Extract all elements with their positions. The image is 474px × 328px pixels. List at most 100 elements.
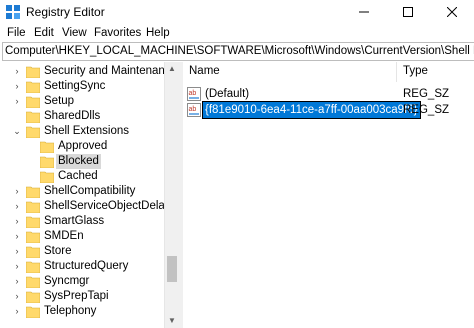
tree-item[interactable]: › Syncmgr bbox=[0, 274, 164, 289]
menu-file[interactable]: File bbox=[7, 27, 26, 39]
chevron-right-icon[interactable]: › bbox=[12, 65, 22, 77]
maximize-button[interactable] bbox=[386, 0, 430, 24]
tree-item-label: ShellServiceObjectDelayLoa bbox=[44, 200, 178, 212]
chevron-right-icon[interactable]: › bbox=[12, 80, 22, 92]
tree-item-label: SettingSync bbox=[44, 80, 106, 92]
menu-bar: File Edit View Favorites Help bbox=[0, 24, 474, 42]
value-name: (Default) bbox=[205, 88, 250, 100]
address-path[interactable]: Computer\HKEY_LOCAL_MACHINE\SOFTWARE\Mic… bbox=[5, 45, 474, 57]
tree-item-label: Blocked bbox=[56, 154, 101, 169]
minimize-button[interactable] bbox=[342, 0, 386, 24]
folder-icon bbox=[26, 216, 40, 228]
title-bar[interactable]: Registry Editor bbox=[0, 0, 474, 24]
tree-item-label: Setup bbox=[44, 95, 75, 107]
registry-tree[interactable]: › Security and Maintenance › SettingSync › Se… bbox=[0, 62, 178, 328]
folder-icon bbox=[26, 96, 40, 108]
window-title: Registry Editor bbox=[26, 5, 105, 19]
folder-icon bbox=[26, 201, 40, 213]
tree-item[interactable]: › Store bbox=[0, 244, 164, 259]
value-name-edit-field[interactable]: {f81e9010-6ea4-11ce-a7ff-00aa003ca9f6} bbox=[202, 101, 421, 119]
folder-icon bbox=[26, 126, 40, 138]
tree-item[interactable]: › Telephony bbox=[0, 304, 164, 319]
chevron-right-icon[interactable]: › bbox=[12, 215, 22, 227]
folder-icon bbox=[26, 186, 40, 198]
tree-item[interactable]: Blocked bbox=[0, 154, 164, 169]
folder-icon bbox=[26, 66, 40, 78]
tree-item-label: SysPrepTapi bbox=[44, 290, 109, 302]
chevron-right-icon[interactable]: › bbox=[12, 230, 22, 242]
close-button[interactable] bbox=[430, 0, 474, 24]
chevron-down-icon[interactable]: ⌄ bbox=[12, 125, 22, 137]
column-divider[interactable] bbox=[396, 62, 397, 82]
string-value-icon: ab bbox=[187, 87, 201, 101]
tree-item-label: Cached bbox=[58, 170, 98, 182]
tree-item[interactable]: Cached bbox=[0, 169, 164, 184]
registry-editor-icon bbox=[6, 5, 20, 19]
tree-item[interactable]: SharedDlls bbox=[0, 109, 164, 124]
folder-icon bbox=[26, 111, 40, 123]
folder-icon bbox=[26, 276, 40, 288]
scrollbar-thumb[interactable] bbox=[167, 256, 177, 282]
address-bar[interactable]: Computer\HKEY_LOCAL_MACHINE\SOFTWARE\Mic… bbox=[2, 42, 474, 61]
folder-icon bbox=[26, 246, 40, 258]
folder-icon bbox=[40, 171, 54, 183]
menu-help[interactable]: Help bbox=[146, 27, 170, 39]
folder-icon bbox=[26, 306, 40, 318]
tree-item-label: StructuredQuery bbox=[44, 260, 129, 272]
tree-item-label: SMDEn bbox=[44, 230, 84, 242]
tree-item-label: Security and Maintenance bbox=[44, 65, 177, 77]
column-header-type[interactable]: Type bbox=[403, 65, 428, 77]
tree-item-label: ShellCompatibility bbox=[44, 185, 136, 197]
maximize-icon bbox=[403, 7, 413, 17]
chevron-right-icon[interactable]: › bbox=[12, 185, 22, 197]
list-row[interactable]: ab (Default) REG_SZ bbox=[183, 86, 474, 102]
menu-favorites[interactable]: Favorites bbox=[94, 27, 141, 39]
column-header-name[interactable]: Name bbox=[189, 65, 220, 77]
tree-item[interactable]: › ShellCompatibility bbox=[0, 184, 164, 199]
menu-view[interactable]: View bbox=[62, 27, 87, 39]
tree-item-label: Store bbox=[44, 245, 72, 257]
folder-icon bbox=[26, 261, 40, 273]
tree-item[interactable]: Approved bbox=[0, 139, 164, 154]
tree-item[interactable]: › ShellServiceObjectDelayLoa bbox=[0, 199, 178, 214]
menu-edit[interactable]: Edit bbox=[34, 27, 54, 39]
scroll-down-arrow-icon[interactable]: ▼ bbox=[165, 314, 179, 328]
chevron-right-icon[interactable]: › bbox=[12, 275, 22, 287]
folder-icon bbox=[40, 141, 54, 153]
tree-item-label: Telephony bbox=[44, 305, 97, 317]
tree-item-label: SharedDlls bbox=[44, 110, 101, 122]
tree-item-label: Syncmgr bbox=[44, 275, 90, 287]
minimize-icon bbox=[359, 11, 369, 13]
tree-item[interactable]: › Security and Maintenance bbox=[0, 64, 177, 79]
chevron-right-icon[interactable]: › bbox=[12, 260, 22, 272]
folder-icon bbox=[26, 231, 40, 243]
tree-item[interactable]: › SmartGlass bbox=[0, 214, 164, 229]
tree-item[interactable]: › SettingSync bbox=[0, 79, 164, 94]
scroll-up-arrow-icon[interactable]: ▲ bbox=[165, 62, 179, 76]
tree-item-label: SmartGlass bbox=[44, 215, 105, 227]
folder-icon bbox=[26, 81, 40, 93]
tree-item-label: Shell Extensions bbox=[44, 125, 130, 137]
svg-text:ab: ab bbox=[189, 90, 197, 97]
tree-item-label: Approved bbox=[58, 140, 108, 152]
tree-scrollbar[interactable]: ▲ ▼ bbox=[164, 62, 179, 328]
chevron-right-icon[interactable]: › bbox=[12, 290, 22, 302]
tree-item[interactable]: › Setup bbox=[0, 94, 164, 109]
folder-icon bbox=[40, 156, 54, 168]
tree-item[interactable]: › StructuredQuery bbox=[0, 259, 164, 274]
folder-icon bbox=[26, 291, 40, 303]
tree-item[interactable]: › SMDEn bbox=[0, 229, 164, 244]
chevron-right-icon[interactable]: › bbox=[12, 245, 22, 257]
svg-text:ab: ab bbox=[189, 106, 197, 113]
close-icon bbox=[447, 7, 457, 17]
value-type: REG_SZ bbox=[403, 104, 450, 116]
chevron-right-icon[interactable]: › bbox=[12, 305, 22, 317]
tree-item[interactable]: › SysPrepTapi bbox=[0, 289, 164, 304]
tree-item[interactable]: ⌄ Shell Extensions bbox=[0, 124, 164, 139]
string-value-icon: ab bbox=[187, 103, 201, 117]
chevron-right-icon[interactable]: › bbox=[12, 200, 22, 212]
values-list[interactable]: Name Type ab (Default) REG_SZ ab {f81e9010-6… bbox=[183, 62, 474, 328]
value-type: REG_SZ bbox=[403, 88, 450, 100]
list-row[interactable]: ab {f81e9010-6ea4-11ce-a7ff-00aa003ca9f6}… bbox=[183, 101, 474, 119]
chevron-right-icon[interactable]: › bbox=[12, 95, 22, 107]
